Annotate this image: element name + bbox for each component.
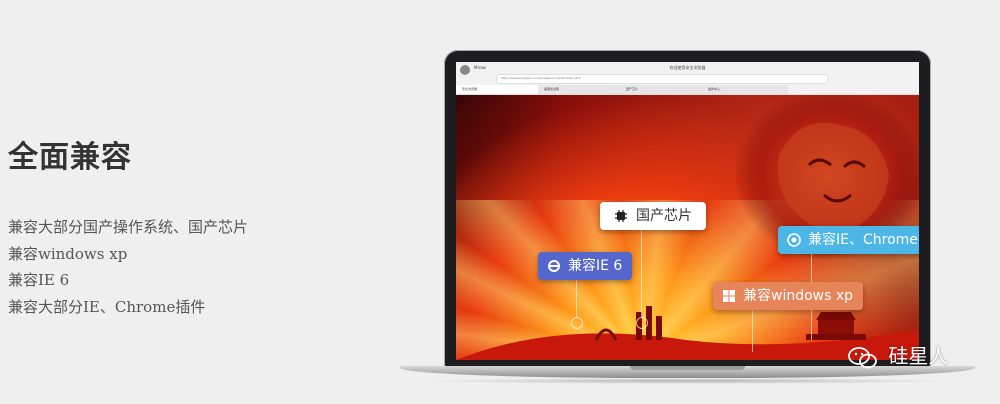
avatar[interactable] xyxy=(460,65,470,75)
label-chrome: 兼容IE、Chrome插件 xyxy=(778,226,919,254)
label-chip-text: 国产芯片 xyxy=(636,208,692,224)
connector-line xyxy=(576,280,577,318)
feature-item: 兼容大部分国产操作系统、国产芯片 xyxy=(8,218,249,236)
label-chrome-text: 兼容IE、Chrome插件 xyxy=(808,232,919,248)
laptop-shadow xyxy=(420,378,955,384)
laptop-notch xyxy=(630,366,745,370)
label-chip: 国产芯片 xyxy=(600,202,706,230)
tab-compat[interactable]: 兼容性说明 xyxy=(538,85,624,94)
connector-line xyxy=(641,230,642,318)
windows-icon xyxy=(723,290,735,302)
laptop-lid: Miraw 欢迎使用安全浏览器 http://www.example.com/b… xyxy=(444,50,931,368)
label-windows: 兼容windows xp xyxy=(713,282,864,310)
feature-item: 兼容IE 6 xyxy=(8,271,70,289)
chip-icon xyxy=(615,210,627,222)
watermark: 硅星人 xyxy=(848,342,948,370)
user-name: Miraw xyxy=(474,65,486,70)
tab-plugins[interactable]: 插件中心 xyxy=(702,85,788,94)
lion-head-graphic xyxy=(734,95,919,260)
laptop-screen: Miraw 欢迎使用安全浏览器 http://www.example.com/b… xyxy=(456,62,919,360)
connector-line xyxy=(752,310,753,352)
tab-home[interactable]: 安全浏览器 xyxy=(456,85,542,94)
feature-list: 兼容大部分国产操作系统、国产芯片 兼容windows xp 兼容IE 6 兼容大… xyxy=(8,214,248,320)
label-ie: 兼容IE 6 xyxy=(538,252,633,280)
watermark-text: 硅星人 xyxy=(888,344,949,368)
hero-banner: 国产芯片 兼容IE 6 兼容windows xp 兼容IE、Chrome xyxy=(456,95,919,360)
address-bar[interactable]: http://www.example.com/browser/compat/in… xyxy=(496,74,828,84)
laptop-illustration: Miraw 欢迎使用安全浏览器 http://www.example.com/b… xyxy=(400,50,975,385)
label-ie-text: 兼容IE 6 xyxy=(568,258,623,274)
browser-chrome: Miraw 欢迎使用安全浏览器 http://www.example.com/b… xyxy=(456,62,919,95)
feature-item: 兼容大部分IE、Chrome插件 xyxy=(8,297,206,316)
connector-dot xyxy=(636,317,648,329)
ie-icon xyxy=(548,260,560,272)
wechat-icon xyxy=(848,346,877,368)
label-windows-text: 兼容windows xp xyxy=(743,288,854,304)
window-title: 欢迎使用安全浏览器 xyxy=(669,65,706,70)
feature-item: 兼容windows xp xyxy=(8,244,128,263)
left-text: 全面兼容 兼容大部分国产操作系统、国产芯片 兼容windows xp 兼容IE … xyxy=(8,132,248,320)
connector-dot xyxy=(571,317,583,329)
tab-bar: 安全浏览器 兼容性说明 国产芯片 插件中心 xyxy=(456,85,919,94)
address-text: http://www.example.com/browser/compat/in… xyxy=(501,76,581,80)
headline: 全面兼容 xyxy=(8,140,132,175)
tab-chip[interactable]: 国产芯片 xyxy=(620,85,706,94)
chrome-icon xyxy=(787,233,801,247)
